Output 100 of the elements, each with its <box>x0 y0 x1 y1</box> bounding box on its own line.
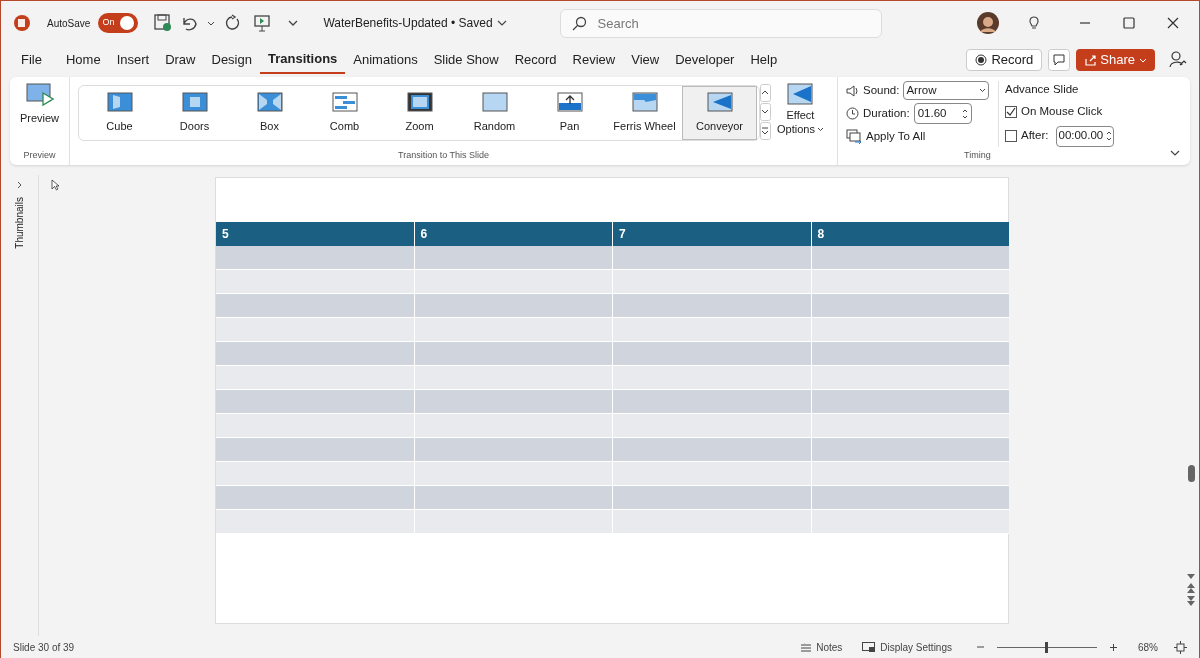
redo-icon[interactable] <box>223 14 242 32</box>
customize-dropdown-icon[interactable] <box>287 18 300 28</box>
gallery-up-icon[interactable] <box>760 84 771 102</box>
after-time-spinner[interactable]: 00:00.00 <box>1056 125 1115 147</box>
transition-icon <box>706 91 733 112</box>
sound-dropdown[interactable]: Arrow <box>903 81 990 100</box>
transition-icon <box>481 91 508 112</box>
transition-option[interactable]: Box <box>232 86 307 140</box>
ribbon-tab[interactable]: Design <box>203 46 260 74</box>
save-icon[interactable] <box>154 14 173 32</box>
slide-counter: Slide 30 of 39 <box>13 640 75 655</box>
ribbon-tab[interactable]: Slide Show <box>425 46 507 74</box>
ribbon-tab[interactable]: Home <box>57 46 109 74</box>
share-icon <box>1084 54 1097 66</box>
transition-icon <box>181 91 208 112</box>
autosave-label: AutoSave <box>47 16 91 31</box>
record-icon <box>975 54 988 66</box>
effect-options-button[interactable]: Effect Options <box>777 83 824 136</box>
avatar-icon[interactable] <box>977 12 999 34</box>
app-logo-icon <box>13 14 31 32</box>
previous-slide-icon[interactable] <box>1186 583 1196 593</box>
zoom-level[interactable]: 68% <box>1138 639 1158 655</box>
checkbox-label: After: <box>1021 128 1049 144</box>
ribbon-tab[interactable]: Help <box>742 46 786 74</box>
ribbon-tab[interactable]: Insert <box>108 46 158 74</box>
notes-button[interactable]: Notes <box>800 639 843 655</box>
cursor-icon <box>51 179 60 191</box>
transition-option[interactable]: Pan <box>532 86 607 140</box>
transition-icon <box>631 91 658 112</box>
apply-all-icon <box>846 128 862 145</box>
scroll-down-icon[interactable] <box>1186 573 1196 580</box>
check-icon <box>1006 107 1016 117</box>
ribbon-tab[interactable]: Record <box>506 46 565 74</box>
ribbon-tab[interactable]: File <box>13 46 50 74</box>
display-icon <box>862 641 877 653</box>
sound-label: Sound: <box>863 82 900 98</box>
spinner-arrows-icon <box>961 107 968 120</box>
caret-icon <box>816 126 824 132</box>
duration-label: Duration: <box>863 105 910 121</box>
next-slide-icon[interactable] <box>1186 596 1196 606</box>
caret-icon <box>1139 57 1147 63</box>
zoom-thumb[interactable] <box>1045 641 1049 653</box>
ribbon-tab[interactable]: Review <box>564 46 624 74</box>
section-title: Advance Slide <box>1005 82 1080 97</box>
display-settings-button[interactable]: Display Settings <box>862 639 952 655</box>
caret-icon <box>979 88 987 93</box>
speaker-icon <box>846 83 859 98</box>
thumbnails-label[interactable]: Thumbnails <box>12 197 27 249</box>
group-label: Preview <box>23 148 56 162</box>
document-title[interactable]: WaterBenefits-Updated • Saved <box>323 14 493 32</box>
close-icon[interactable] <box>1167 17 1179 29</box>
group-label: Transition to This Slide <box>398 148 490 162</box>
ribbon-tab[interactable]: Developer <box>667 46 743 74</box>
transition-option[interactable]: Doors <box>157 86 232 140</box>
comment-icon[interactable] <box>1048 49 1071 71</box>
checkbox[interactable] <box>1005 105 1017 118</box>
ribbon-tab[interactable]: View <box>623 46 668 74</box>
search-icon <box>571 15 587 31</box>
clock-icon <box>846 107 859 120</box>
present-icon[interactable] <box>253 14 272 32</box>
ribbon-tab[interactable]: Transitions <box>259 46 346 74</box>
transition-option[interactable]: Zoom <box>382 86 457 140</box>
zoom-in-icon[interactable] <box>1109 642 1118 652</box>
effect-options-icon <box>787 83 814 105</box>
preview-button[interactable]: Preview <box>19 83 60 127</box>
ribbon-tab[interactable]: Draw <box>157 46 204 74</box>
transition-icon <box>556 91 583 112</box>
transition-icon <box>406 91 433 112</box>
spinner-arrows-icon <box>1106 130 1113 142</box>
column-header: 5 <box>221 226 230 243</box>
notes-icon <box>800 642 813 652</box>
caret-icon[interactable] <box>496 19 507 27</box>
search-field[interactable]: Search <box>559 8 882 38</box>
transition-icon <box>106 91 133 112</box>
preview-icon <box>25 83 54 107</box>
transition-option[interactable]: Ferris Wheel <box>607 86 682 140</box>
gallery-down-icon[interactable] <box>760 103 771 121</box>
gallery-more-icon[interactable] <box>760 122 771 140</box>
transition-option[interactable]: Comb <box>307 86 382 140</box>
share-button[interactable]: Share <box>1076 49 1155 71</box>
collapse-ribbon-icon[interactable] <box>1170 150 1180 156</box>
checkbox[interactable] <box>1005 130 1017 142</box>
expand-icon[interactable] <box>16 181 23 189</box>
transition-icon <box>331 91 358 112</box>
coauthoring-icon[interactable] <box>1169 51 1187 69</box>
ribbon-tab[interactable]: Animations <box>345 46 426 74</box>
lightbulb-icon[interactable] <box>1027 15 1041 31</box>
apply-to-all-button[interactable]: Apply To All <box>846 128 996 146</box>
scrollbar-thumb[interactable] <box>1188 465 1195 482</box>
zoom-slider[interactable] <box>997 641 1097 653</box>
record-button[interactable]: Record <box>966 49 1043 71</box>
maximize-icon[interactable] <box>1123 17 1135 29</box>
duration-spinner[interactable]: 01.60 <box>913 103 972 124</box>
group-label: Timing <box>964 148 991 162</box>
transition-option[interactable]: Cube <box>82 86 157 140</box>
transition-option[interactable]: Random <box>457 86 532 140</box>
transition-icon <box>256 91 283 112</box>
autosave-toggle[interactable]: On <box>98 13 139 33</box>
fit-to-window-icon[interactable] <box>1174 640 1187 654</box>
transition-option[interactable]: Conveyor <box>682 86 757 140</box>
